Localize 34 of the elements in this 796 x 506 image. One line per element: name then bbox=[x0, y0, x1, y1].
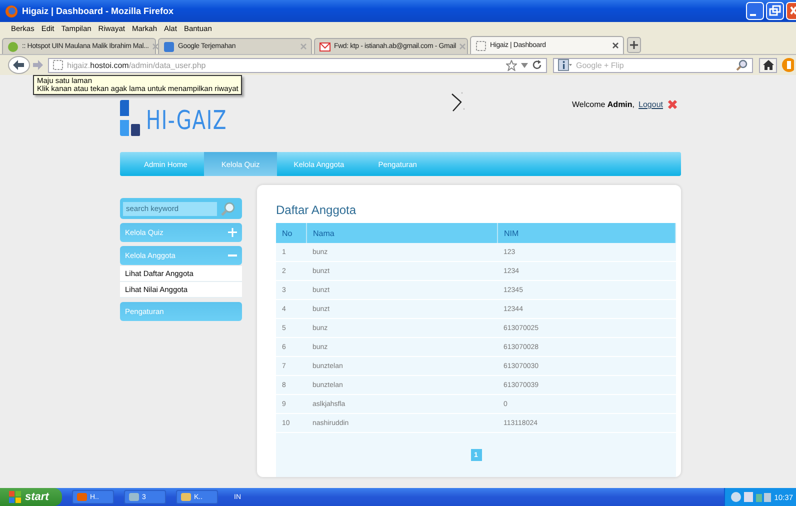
forward-icon[interactable] bbox=[32, 59, 44, 71]
column-header: Nama bbox=[306, 223, 498, 243]
window-title: Higaiz | Dashboard - Mozilla Firefox bbox=[22, 6, 175, 16]
logo-text: HI-GAIZ bbox=[146, 106, 227, 136]
restore-icon[interactable] bbox=[766, 2, 784, 20]
windows-logo-icon bbox=[9, 491, 21, 503]
reload-icon[interactable] bbox=[532, 60, 542, 70]
page-icon bbox=[475, 40, 487, 52]
welcome-text: Welcome Admin, bbox=[572, 100, 635, 109]
dropdown-icon[interactable] bbox=[521, 62, 528, 68]
home-icon bbox=[762, 60, 774, 70]
search-icon[interactable] bbox=[221, 202, 235, 216]
url-text: higaiz.hostoi.com/admin/data_user.php bbox=[67, 60, 207, 70]
column-header: No bbox=[276, 223, 306, 243]
plus-icon[interactable] bbox=[228, 228, 237, 237]
star-icon[interactable] bbox=[506, 60, 517, 70]
tray-icon[interactable] bbox=[731, 491, 772, 503]
minimize-icon[interactable] bbox=[746, 2, 764, 20]
new-tab-icon[interactable] bbox=[627, 37, 641, 53]
column-header: NIM bbox=[498, 223, 676, 243]
home-button[interactable] bbox=[759, 58, 777, 72]
logout-link[interactable]: Logout bbox=[638, 100, 663, 109]
info-icon bbox=[558, 59, 572, 71]
address-field[interactable]: higaiz.hostoi.com/admin/data_user.php bbox=[48, 58, 547, 72]
addon-icon[interactable] bbox=[782, 58, 794, 72]
close-icon[interactable] bbox=[612, 42, 619, 49]
mail-icon bbox=[319, 40, 331, 52]
start-button[interactable]: start bbox=[0, 488, 62, 506]
page-heading: Daftar Anggota bbox=[276, 203, 356, 217]
back-icon[interactable] bbox=[8, 56, 30, 74]
page-icon bbox=[53, 60, 63, 70]
search-icon[interactable] bbox=[736, 59, 748, 71]
logo-icon bbox=[120, 100, 140, 136]
close-icon[interactable] bbox=[667, 99, 678, 110]
